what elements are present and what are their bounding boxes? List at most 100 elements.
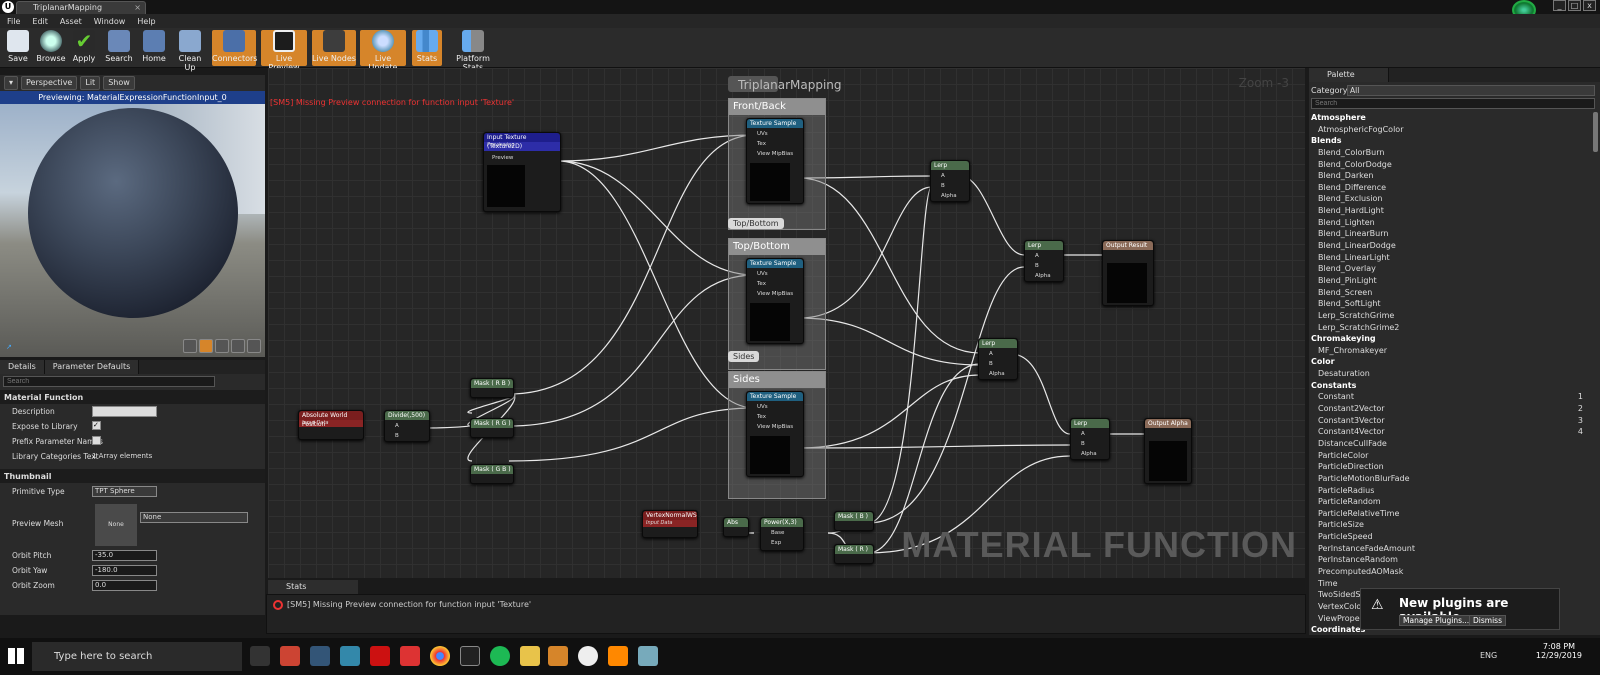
pin-uvs[interactable]: UVs xyxy=(757,404,768,410)
tab-palette[interactable]: Palette xyxy=(1309,68,1389,82)
palette-item[interactable]: ParticleMotionBlurFade xyxy=(1309,473,1591,485)
live-nodes-button[interactable]: Live Nodes xyxy=(312,30,356,66)
minimize-button[interactable]: _ xyxy=(1553,0,1566,11)
palette-item[interactable]: ParticleRandom xyxy=(1309,496,1591,508)
tab-parameter-defaults[interactable]: Parameter Defaults xyxy=(44,360,140,374)
pin-uvs[interactable]: UVs xyxy=(757,131,768,137)
pin-alpha[interactable]: Alpha xyxy=(989,371,1005,377)
output-alpha-node[interactable]: Output Alpha xyxy=(1144,418,1192,484)
clock[interactable]: 7:08 PM 12/29/2019 xyxy=(1536,642,1582,660)
palette-item[interactable]: ParticleColor xyxy=(1309,450,1591,462)
pin-a[interactable]: A xyxy=(941,173,945,179)
palette-item[interactable]: PrecomputedAOMask xyxy=(1309,566,1591,578)
pin-a[interactable]: A xyxy=(395,423,399,429)
palette-item[interactable]: AtmosphericFogColor xyxy=(1309,124,1591,136)
palette-item[interactable]: Constant4Vector 4 xyxy=(1309,426,1591,438)
mask-rg-node[interactable]: Mask ( R G ) xyxy=(470,418,514,438)
lerp-node-4[interactable]: Lerp A B Alpha xyxy=(1070,418,1110,460)
platform-stats-button[interactable]: Platform Stats xyxy=(447,30,499,72)
palette-item[interactable]: Constant2Vector 2 xyxy=(1309,403,1591,415)
section-material-function[interactable]: Material Function xyxy=(0,390,265,404)
vlc-icon[interactable] xyxy=(608,646,628,666)
pin-alpha[interactable]: Alpha xyxy=(1035,273,1051,279)
description-field[interactable] xyxy=(92,406,157,417)
palette-item[interactable]: ParticleRelativeTime xyxy=(1309,508,1591,520)
pin-tex[interactable]: Tex xyxy=(757,414,766,420)
orbit-pitch-field[interactable]: -35.0 xyxy=(92,550,157,561)
taskbar-search[interactable]: Type here to search xyxy=(32,642,242,671)
tab-details[interactable]: Details xyxy=(0,360,45,374)
palette-category[interactable]: Atmosphere xyxy=(1309,112,1591,124)
palette-item[interactable]: Blend_SoftLight xyxy=(1309,298,1591,310)
live-update-button[interactable]: Live Update xyxy=(360,30,406,72)
popcorn-icon[interactable] xyxy=(400,646,420,666)
texture-sample-sides[interactable]: Texture Sample UVs Tex View MipBias xyxy=(746,391,804,477)
plane-preview-button[interactable] xyxy=(215,339,229,353)
orbit-zoom-field[interactable]: 0.0 xyxy=(92,580,157,591)
pin-view-mipbias[interactable]: View MipBias xyxy=(757,424,793,430)
palette-item[interactable]: Blend_HardLight xyxy=(1309,205,1591,217)
palette-item[interactable]: Blend_ColorBurn xyxy=(1309,147,1591,159)
chrome-icon[interactable] xyxy=(430,646,450,666)
pin-b[interactable]: B xyxy=(1035,263,1039,269)
expose-checkbox[interactable]: ✓ xyxy=(92,421,101,430)
pin-tex[interactable]: Tex xyxy=(757,141,766,147)
palette-item[interactable]: Blend_LinearDodge xyxy=(1309,240,1591,252)
palette-category[interactable]: Constants xyxy=(1309,380,1591,392)
palette-item[interactable]: Blend_ColorDodge xyxy=(1309,159,1591,171)
output-result-node[interactable]: Output Result xyxy=(1102,240,1154,306)
texture-sample-front[interactable]: Texture Sample UVs Tex View MipBias xyxy=(746,118,804,204)
show-button[interactable]: Show xyxy=(103,76,135,90)
maximize-button[interactable]: □ xyxy=(1568,0,1581,11)
perspective-button[interactable]: Perspective xyxy=(21,76,78,90)
pin-b[interactable]: B xyxy=(395,433,399,439)
pin-a[interactable]: A xyxy=(1081,431,1085,437)
input-texture-pin[interactable]: Preview xyxy=(492,155,513,161)
divide-node[interactable]: Divide(,500) A B xyxy=(384,410,430,442)
palette-item[interactable]: ParticleDirection xyxy=(1309,461,1591,473)
pin-view-mipbias[interactable]: View MipBias xyxy=(757,151,793,157)
mask-gb-node[interactable]: Mask ( G B ) xyxy=(470,464,514,484)
palette-item[interactable]: Blend_Exclusion xyxy=(1309,193,1591,205)
palette-category[interactable]: Color xyxy=(1309,356,1591,368)
texture-sample-top[interactable]: Texture Sample UVs Tex View MipBias xyxy=(746,258,804,344)
palette-item[interactable]: Constant 1 xyxy=(1309,391,1591,403)
mask-r-node[interactable]: Mask ( R ) xyxy=(834,544,874,564)
prefix-checkbox[interactable] xyxy=(92,436,101,445)
app-icon-3[interactable] xyxy=(548,646,568,666)
palette-item[interactable]: Blend_PinLight xyxy=(1309,275,1591,287)
pin-b[interactable]: B xyxy=(989,361,993,367)
search-button[interactable]: Search xyxy=(103,30,135,66)
pin-alpha[interactable]: Alpha xyxy=(941,193,957,199)
pin-b[interactable]: B xyxy=(941,183,945,189)
lerp-node-2[interactable]: Lerp A B Alpha xyxy=(1024,240,1064,282)
pin-b[interactable]: B xyxy=(1081,441,1085,447)
task-view-icon[interactable] xyxy=(250,646,270,666)
apply-button[interactable]: ✔ Apply xyxy=(70,30,98,66)
close-tab-icon[interactable]: × xyxy=(134,3,141,12)
palette-item[interactable]: Blend_Lighten xyxy=(1309,217,1591,229)
lerp-node-3[interactable]: Lerp A B Alpha xyxy=(978,338,1018,380)
palette-category[interactable]: Chromakeying xyxy=(1309,333,1591,345)
graph-editor[interactable]: [SM5] Missing Preview connection for fun… xyxy=(268,68,1305,578)
document-tab[interactable]: TriplanarMapping × xyxy=(16,1,146,14)
lit-button[interactable]: Lit xyxy=(80,76,101,90)
section-thumbnail[interactable]: Thumbnail xyxy=(0,469,265,483)
cube-preview-button[interactable] xyxy=(231,339,245,353)
palette-item[interactable]: Blend_Screen xyxy=(1309,287,1591,299)
browse-button[interactable]: Browse xyxy=(36,30,66,66)
palette-category[interactable]: Blends xyxy=(1309,135,1591,147)
pin-uvs[interactable]: UVs xyxy=(757,271,768,277)
mask-b-node[interactable]: Mask ( B ) xyxy=(834,511,874,531)
stats-tab[interactable]: Stats xyxy=(268,580,358,594)
pin-alpha[interactable]: Alpha xyxy=(1081,451,1097,457)
pin-tex[interactable]: Tex xyxy=(757,281,766,287)
input-texture-node[interactable]: Input Texture (Texture2D) Previewing Pre… xyxy=(483,132,561,212)
palette-item[interactable]: Blend_LinearBurn xyxy=(1309,228,1591,240)
manage-plugins-button[interactable]: Manage Plugins... xyxy=(1399,615,1474,626)
palette-item[interactable]: DistanceCullFade xyxy=(1309,438,1591,450)
category-dropdown[interactable]: All xyxy=(1347,85,1595,96)
epic-games-icon[interactable] xyxy=(460,646,480,666)
store-icon[interactable] xyxy=(310,646,330,666)
app-icon-2[interactable] xyxy=(340,646,360,666)
